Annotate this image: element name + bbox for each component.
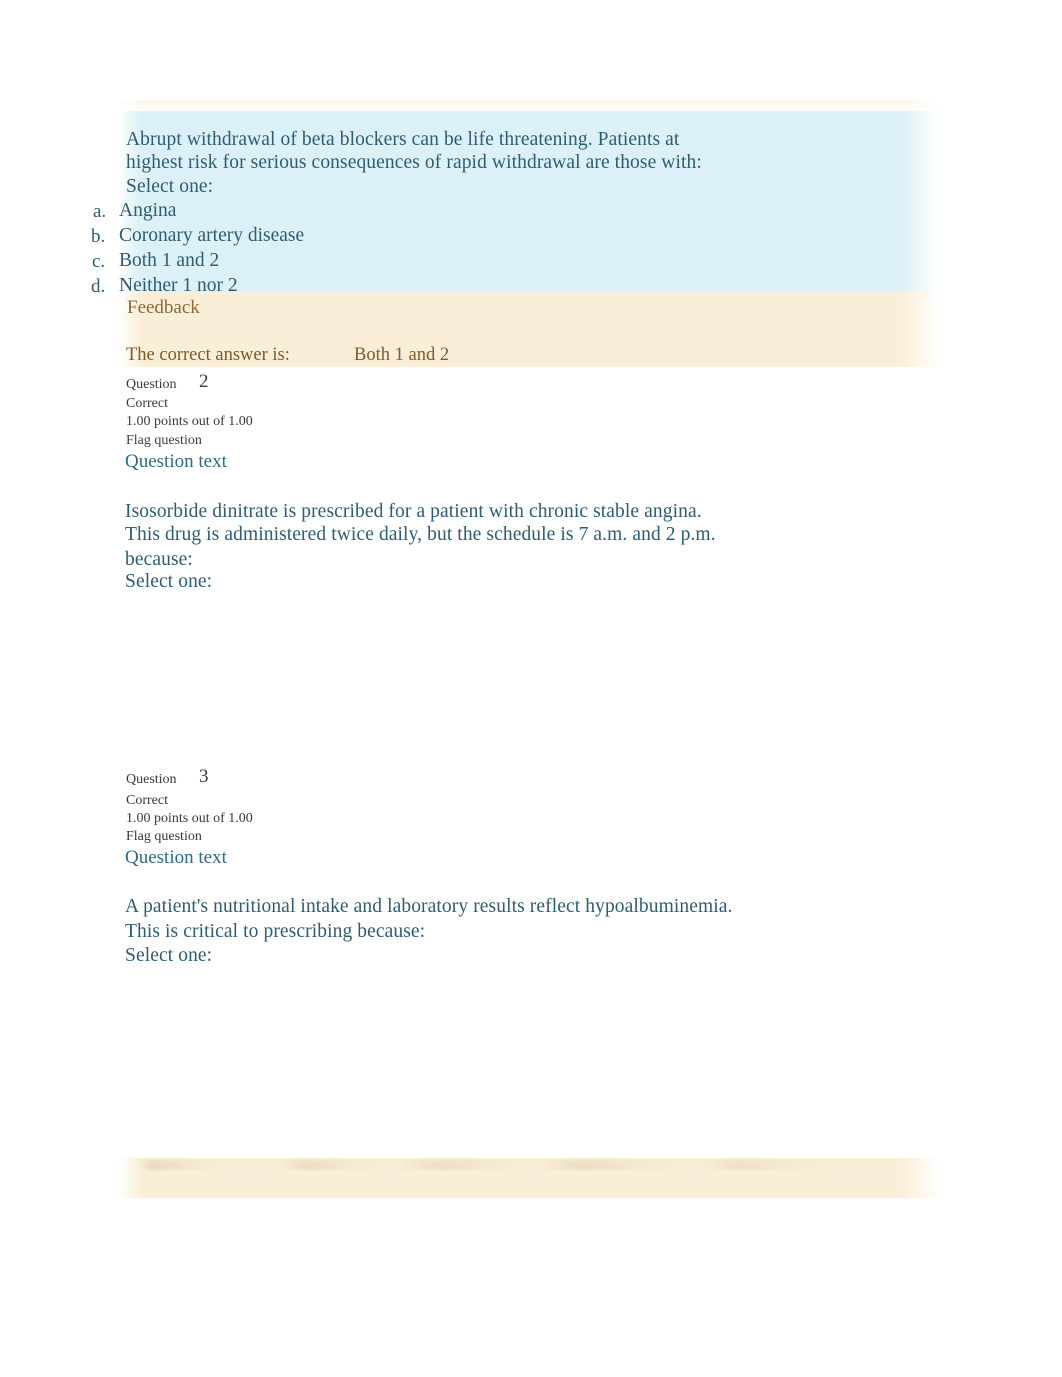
question1-stem-line1: Abrupt withdrawal of beta blockers can b… [126,129,680,150]
question3-select-one: Select one: [125,945,213,966]
question1-correct-answer-value: Both 1 and 2 [354,345,450,365]
question3-points: 1.00 points out of 1.00 [126,811,253,826]
question3-stem-line2: This is critical to prescribing because: [125,921,426,942]
question3-stem-line1: A patient's nutritional intake and labor… [125,896,733,917]
question2-question-word: Question [126,377,177,392]
question2-stem-line2: This drug is administered twice daily, b… [125,524,716,545]
quiz-review-page: Abrupt withdrawal of beta blockers can b… [0,0,1062,1377]
question3-question-word: Question [126,772,177,787]
question2-points: 1.00 points out of 1.00 [126,414,253,429]
question1-option-c-marker: c. [92,251,106,272]
question1-option-b-marker: b. [91,226,106,247]
question3-question-text-heading: Question text [125,847,227,868]
question1-correct-answer-label: The correct answer is: [126,345,290,365]
question1-option-b-label[interactable]: Coronary artery disease [119,224,304,248]
question2-flag-question[interactable]: Flag question [126,432,202,450]
question1-select-one: Select one: [126,176,214,197]
question1-option-a-marker: a. [93,201,107,222]
question3-flag-question[interactable]: Flag question [126,828,202,846]
question1-feedback-heading: Feedback [127,297,200,318]
question3-status: Correct [126,793,168,808]
question1-stem-line2: highest risk for serious consequences of… [126,152,702,173]
question1-option-a-label[interactable]: Angina [119,199,176,223]
question2-select-one: Select one: [125,571,213,592]
question2-status: Correct [126,396,168,411]
clipped-feedback-ghost-text [140,1160,900,1170]
question3-number: 3 [199,766,209,787]
feedback-highlight-sliver-top [118,100,940,111]
question2-number: 2 [199,371,209,392]
question2-stem-line3: because: [125,549,193,570]
question2-question-text-heading: Question text [125,451,227,472]
question2-stem-line1: Isosorbide dinitrate is prescribed for a… [125,501,702,522]
question1-option-d-marker: d. [91,276,106,297]
question1-option-c-label[interactable]: Both 1 and 2 [119,249,219,273]
question1-option-d-label[interactable]: Neither 1 nor 2 [119,274,238,298]
